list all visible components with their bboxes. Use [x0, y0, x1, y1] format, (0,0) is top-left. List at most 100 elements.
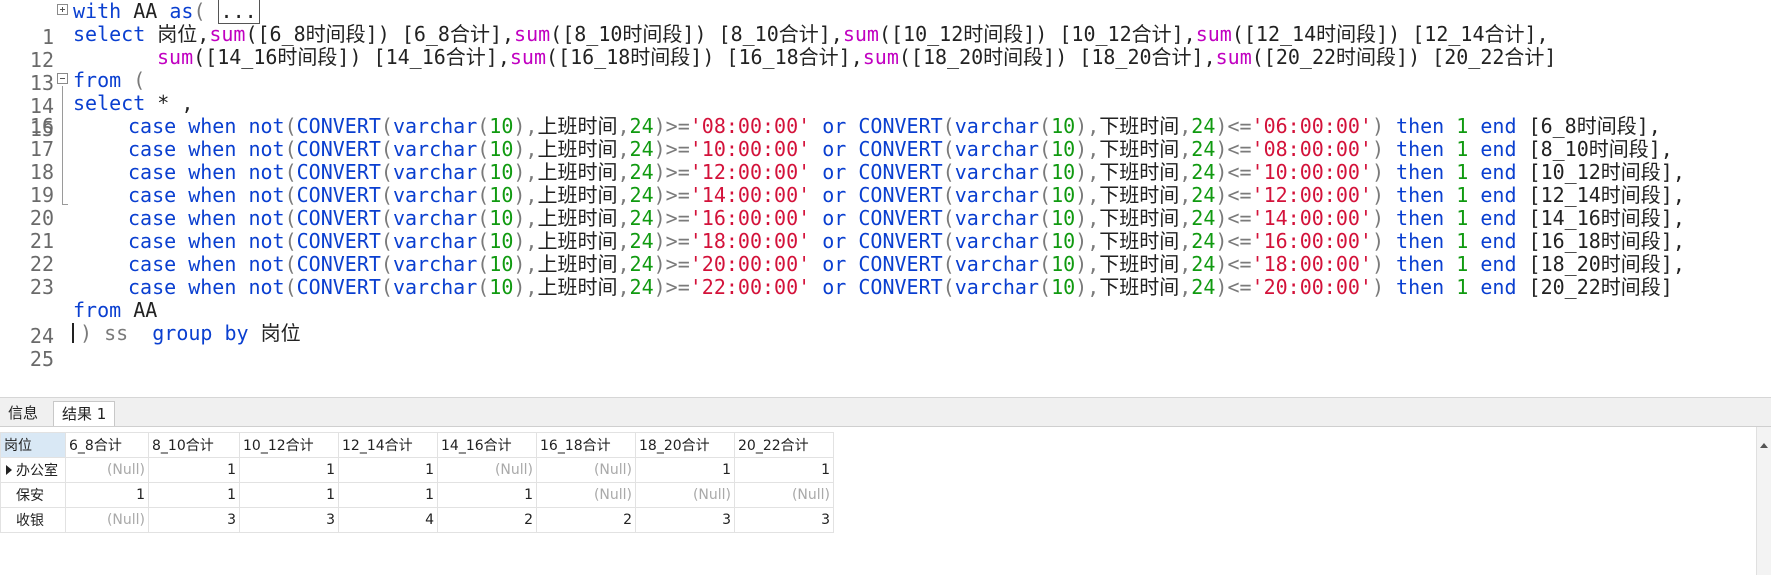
keyword: case [128, 275, 177, 299]
value-cell[interactable]: 1 [338, 457, 438, 483]
column-header[interactable]: 16_18合计 [536, 432, 636, 458]
punctuation: ) [653, 206, 666, 230]
punctuation: ), [513, 275, 538, 299]
keyword: not [248, 206, 285, 230]
row-key-cell[interactable]: 收银 [0, 507, 66, 533]
punctuation: ( [1039, 275, 1052, 299]
null-cell[interactable]: (Null) [536, 457, 636, 483]
number-literal: 10 [489, 160, 514, 184]
number-literal: 24 [629, 229, 654, 253]
string-literal: '12:00:00' [1251, 183, 1372, 207]
code-text: ([6_8时间段]) [6_8合计], [245, 22, 515, 46]
value-cell[interactable]: 2 [536, 507, 636, 533]
tab-info[interactable]: 信息 [0, 401, 46, 425]
column-header[interactable]: 岗位 [0, 432, 66, 458]
result-grid[interactable]: 岗位 6_8合计 8_10合计 10_12合计 12_14合计 14_16合计 16_18合… [0, 427, 1771, 575]
row-key-cell[interactable]: 办公室 [0, 457, 66, 483]
keyword: end [1480, 183, 1517, 207]
scroll-up-icon[interactable] [1760, 443, 1768, 448]
punctuation: ) [653, 137, 666, 161]
null-cell[interactable]: (Null) [734, 482, 834, 508]
string-literal: '14:00:00' [1251, 206, 1372, 230]
value-cell[interactable]: 1 [148, 482, 240, 508]
keyword: CONVERT [296, 137, 381, 161]
value-cell[interactable]: 1 [65, 482, 149, 508]
expand-fold-icon[interactable] [57, 4, 68, 15]
code-text: AA [121, 298, 158, 322]
punctuation: >= [665, 114, 690, 138]
keyword: case [128, 160, 177, 184]
punctuation: , [1179, 160, 1192, 184]
column-header[interactable]: 6_8合计 [65, 432, 149, 458]
keyword: CONVERT [858, 183, 943, 207]
value-cell[interactable]: 3 [148, 507, 240, 533]
value-cell[interactable]: 2 [437, 507, 537, 533]
code-text: ([12_14时间段]) [12_14合计], [1231, 22, 1549, 46]
keyword: varchar [392, 229, 478, 253]
keyword: then [1396, 137, 1445, 161]
column-header[interactable]: 10_12合计 [239, 432, 339, 458]
null-cell[interactable]: (Null) [536, 482, 636, 508]
column-header[interactable]: 20_22合计 [734, 432, 834, 458]
table-row[interactable]: 保安 1 1 1 1 1 (Null) (Null) (Null) [0, 482, 834, 508]
keyword: from [73, 68, 122, 92]
column-header[interactable]: 14_16合计 [437, 432, 537, 458]
keyword: varchar [954, 183, 1040, 207]
keyword: varchar [954, 252, 1040, 276]
keyword: case [128, 252, 177, 276]
table-row[interactable]: 办公室 (Null) 1 1 1 (Null) (Null) 1 1 [0, 457, 834, 483]
column-header[interactable]: 18_20合计 [635, 432, 735, 458]
keyword: select [73, 22, 146, 46]
null-cell[interactable]: (Null) [65, 457, 149, 483]
keyword: not [248, 275, 285, 299]
number-literal: 24 [1191, 252, 1216, 276]
vertical-scrollbar[interactable] [1756, 427, 1771, 575]
column-header[interactable]: 8_10合计 [148, 432, 240, 458]
punctuation: <= [1227, 275, 1252, 299]
sql-editor[interactable]: 1 with AA as( ... 12 select 岗位,sum([6_8时… [0, 0, 1771, 396]
number-literal: 10 [1051, 183, 1076, 207]
punctuation: , [617, 229, 630, 253]
number-literal: 10 [489, 137, 514, 161]
null-cell[interactable]: (Null) [65, 507, 149, 533]
code-text: 上班时间 [537, 183, 618, 207]
value-cell[interactable]: 1 [148, 457, 240, 483]
tab-result-1[interactable]: 结果 1 [53, 401, 116, 426]
punctuation: ), [1075, 229, 1100, 253]
value-cell[interactable]: 4 [338, 507, 438, 533]
string-literal: '22:00:00' [689, 275, 811, 299]
null-cell[interactable]: (Null) [437, 457, 537, 483]
punctuation: ), [513, 137, 538, 161]
punctuation: <= [1227, 137, 1252, 161]
collapse-fold-icon[interactable] [57, 73, 68, 84]
value-cell[interactable]: 1 [734, 457, 834, 483]
punctuation: ( [942, 160, 955, 184]
punctuation: ( [284, 229, 297, 253]
keyword: then [1396, 252, 1445, 276]
value-cell[interactable]: 1 [635, 457, 735, 483]
punctuation: ), [513, 183, 538, 207]
number-literal: 10 [1051, 252, 1076, 276]
number-literal: 24 [629, 160, 654, 184]
value-cell[interactable]: 3 [635, 507, 735, 533]
code-text: 上班时间 [537, 137, 618, 161]
value-cell[interactable]: 1 [437, 482, 537, 508]
code-text: 下班时间 [1099, 275, 1180, 299]
keyword: varchar [392, 160, 478, 184]
string-literal: '16:00:00' [1251, 229, 1372, 253]
number-literal: 10 [489, 252, 514, 276]
punctuation: , [617, 252, 630, 276]
punctuation: >= [665, 160, 690, 184]
keyword: not [248, 114, 285, 138]
column-header[interactable]: 12_14合计 [338, 432, 438, 458]
table-row[interactable]: 收银 (Null) 3 3 4 2 2 3 3 [0, 507, 834, 533]
string-literal: '18:00:00' [689, 229, 811, 253]
null-cell[interactable]: (Null) [635, 482, 735, 508]
row-key-cell[interactable]: 保安 [0, 482, 66, 508]
punctuation: ) [1371, 252, 1384, 276]
value-cell[interactable]: 1 [239, 457, 339, 483]
value-cell[interactable]: 1 [338, 482, 438, 508]
value-cell[interactable]: 1 [239, 482, 339, 508]
value-cell[interactable]: 3 [239, 507, 339, 533]
value-cell[interactable]: 3 [734, 507, 834, 533]
